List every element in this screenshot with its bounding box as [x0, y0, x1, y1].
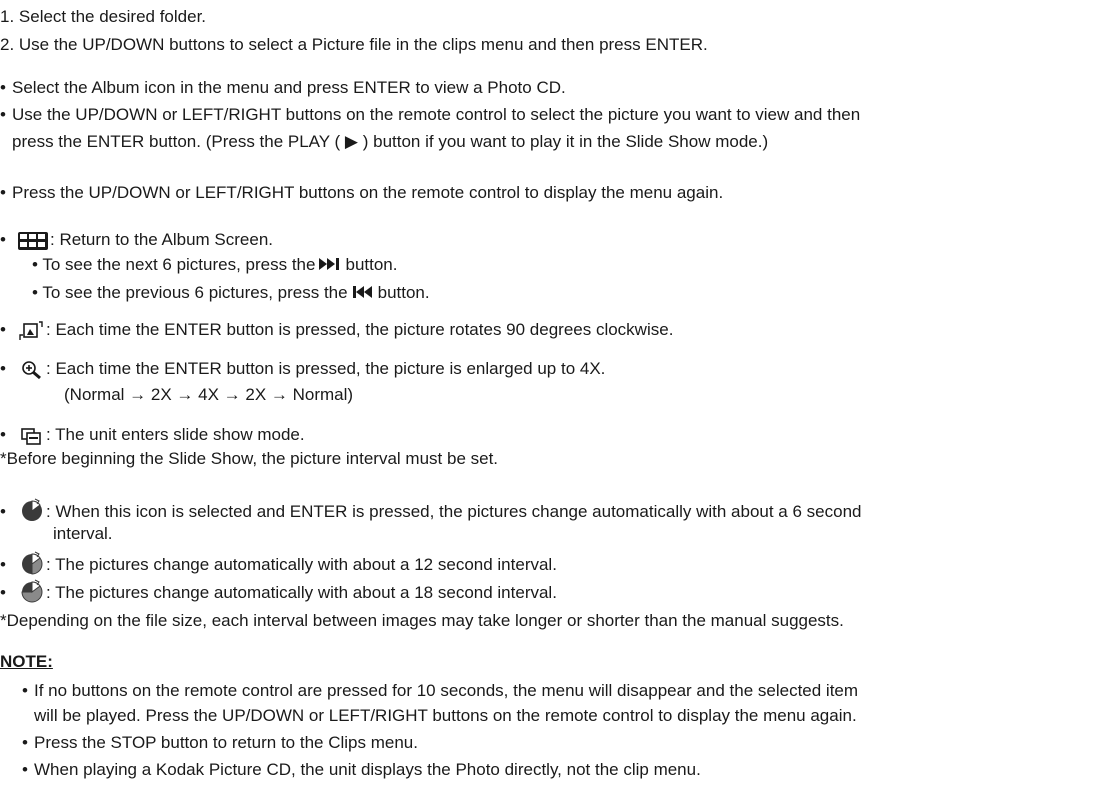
- step-1: 1. Select the desired folder.: [0, 7, 207, 26]
- manual-page: 1. Select the desired folder. 2. Use the…: [0, 0, 1096, 807]
- slideshow-icon: [20, 426, 44, 446]
- interval-18-item: • : The pictures change automatically wi…: [0, 579, 557, 603]
- slideshow-item: • : The unit enters slide show mode.: [0, 425, 305, 445]
- zoom-item: • : Each time the ENTER button is presse…: [0, 359, 606, 380]
- note-item: • If no buttons on the remote control are…: [22, 681, 859, 700]
- interval-6-item: • : When this icon is selected and ENTER…: [0, 498, 862, 521]
- note-item-cont: will be played. Press the UP/DOWN or LEF…: [34, 706, 857, 725]
- rotate-item: • : Each time the ENTER button is presse…: [0, 320, 674, 341]
- interval-18-second-icon: [20, 579, 44, 603]
- bullet-display-menu: • Press the UP/DOWN or LEFT/RIGHT buttons…: [0, 183, 724, 202]
- bullet-select-picture: • Use the UP/DOWN or LEFT/RIGHT buttons o…: [0, 105, 861, 124]
- rotate-icon: [18, 320, 44, 341]
- album-grid-icon: [18, 231, 48, 250]
- play-icon: ▶: [344, 132, 358, 151]
- interval-6-cont: interval.: [53, 524, 113, 543]
- bullet-select-picture-cont: press the ENTER button. (Press the PLAY …: [12, 132, 769, 151]
- album-item: • : Return to the Album Screen.: [0, 230, 274, 250]
- zoom-sequence: (Normal → 2X → 4X → 2X → Normal): [64, 385, 354, 404]
- slideshow-note: *Before beginning the Slide Show, the pi…: [0, 449, 499, 468]
- note-title: NOTE:: [0, 652, 53, 671]
- zoom-icon: [20, 360, 44, 380]
- interval-6-second-icon: [20, 498, 44, 522]
- skip-next-icon: [319, 256, 341, 270]
- bullet-album-view: • Select the Album icon in the menu and p…: [0, 78, 566, 97]
- skip-previous-icon: [352, 284, 374, 298]
- interval-note: *Depending on the file size, each interv…: [0, 611, 844, 630]
- interval-12-item: • : The pictures change automatically wi…: [0, 551, 557, 575]
- album-next: • To see the next 6 pictures, press the …: [32, 255, 398, 274]
- note-item: • Press the STOP button to return to the …: [22, 733, 418, 752]
- note-item: • When playing a Kodak Picture CD, the un…: [22, 760, 701, 779]
- step-2: 2. Use the UP/DOWN buttons to select a P…: [0, 35, 708, 54]
- album-prev: • To see the previous 6 pictures, press …: [32, 283, 430, 302]
- interval-12-second-icon: [20, 551, 44, 575]
